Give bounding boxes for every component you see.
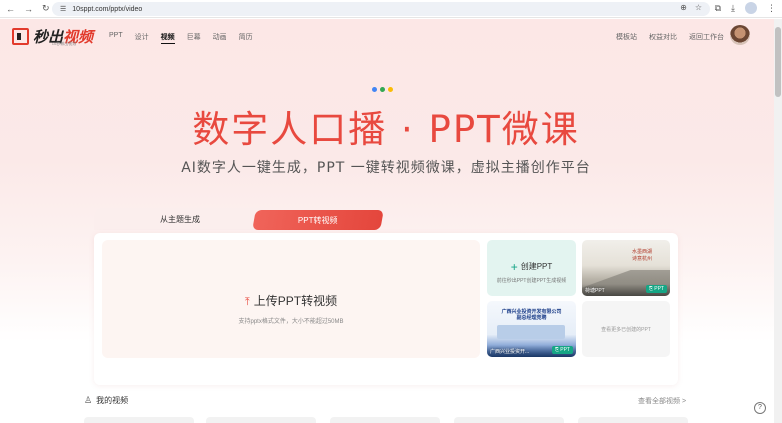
dot-yellow: [388, 87, 393, 92]
upload-hint: 支持pptx格式文件，大小不能超过50MB: [238, 319, 344, 325]
create-ppt-subtitle: 前往秒出PPT创建PPT生成视频: [496, 278, 567, 284]
mode-tabs: 从主题生成 PPT转视频: [94, 208, 678, 232]
url-text: 10sppt.com/pptx/video: [72, 5, 143, 13]
extensions-icon[interactable]: ⧉: [715, 3, 721, 14]
my-videos-heading: ♙ 我的视频: [84, 395, 129, 405]
create-ppt-button[interactable]: + 创建PPT 前往秒出PPT创建PPT生成视频: [487, 240, 576, 296]
thumbnail-title: 水墨西湖 诗意杭州: [632, 249, 653, 262]
hero-title: 数字人口播 · PPT微课: [192, 108, 580, 151]
back-to-workbench-link[interactable]: 返回工作台: [689, 32, 724, 42]
right-nav: 模板站 权益对比 返回工作台: [616, 32, 724, 42]
view-more-ppt[interactable]: 查看更多已创建的PPT: [582, 301, 670, 357]
top-nav: 秒出视频 10秒做出视频 PPT 设计 视频 巨幕 动画 简历 模板站 权益对比…: [0, 19, 772, 53]
scrollbar-thumb[interactable]: [775, 27, 781, 97]
ppt-badge: ⎘ PPT: [551, 346, 573, 354]
video-card[interactable]: [330, 417, 440, 423]
back-icon[interactable]: ←: [6, 4, 15, 14]
menu-item-animation[interactable]: 动画: [213, 32, 227, 44]
loading-dots: [372, 87, 393, 92]
logo-icon: [12, 28, 29, 45]
ppt-thumbnail-1[interactable]: 水墨西湖 诗意杭州 荷塘PPT ⎘ PPT: [582, 240, 670, 296]
zoom-icon[interactable]: ⊕: [680, 3, 687, 12]
menu-item-design[interactable]: 设计: [135, 32, 149, 44]
page: 秒出视频 10秒做出视频 PPT 设计 视频 巨幕 动画 简历 模板站 权益对比…: [0, 19, 782, 423]
ppt-badge: ⎘ PPT: [645, 285, 667, 293]
dot-green: [380, 87, 385, 92]
menu-item-ppt[interactable]: PPT: [109, 32, 123, 44]
create-ppt-title: + 创建PPT: [510, 260, 553, 274]
video-card[interactable]: [454, 417, 564, 423]
view-all-videos-link[interactable]: 查看全部视频 >: [638, 396, 686, 406]
main-menu: PPT 设计 视频 巨幕 动画 简历: [109, 32, 253, 44]
hero-subtitle: AI数字人一键生成，PPT 一键转视频微课，虚拟主播创作平台: [181, 160, 591, 176]
site-settings-icon[interactable]: ☰: [60, 5, 66, 13]
ppt-thumbnail-2[interactable]: 广西兴业投资开发有限公司 副总经理竞聘 广西兴业投资开... ⎘ PPT: [487, 301, 576, 357]
download-icon[interactable]: ⤓: [731, 3, 735, 14]
help-icon[interactable]: ?: [754, 402, 766, 414]
video-card[interactable]: [84, 417, 194, 423]
menu-item-video[interactable]: 视频: [160, 32, 175, 44]
menu-icon[interactable]: ⋮: [767, 3, 776, 14]
thumbnail-name: 荷塘PPT: [585, 288, 605, 294]
upload-card: ⤒ 上传PPT转视频 支持pptx格式文件，大小不能超过50MB + 创建PPT 前…: [94, 233, 678, 385]
benefits-compare-link[interactable]: 权益对比: [649, 32, 677, 42]
profile-icon[interactable]: [745, 2, 757, 14]
thumbnail-title: 广西兴业投资开发有限公司 副总经理竞聘: [501, 309, 562, 321]
upload-title: ⤒ 上传PPT转视频: [244, 294, 338, 308]
bookmark-star-icon[interactable]: ☆: [695, 3, 702, 12]
dot-blue: [372, 87, 377, 92]
video-card[interactable]: [578, 417, 688, 423]
plus-icon: +: [510, 260, 518, 274]
tab-from-topic[interactable]: 从主题生成: [94, 208, 266, 230]
address-bar[interactable]: ☰ 10sppt.com/pptx/video ⊕ ☆: [52, 2, 710, 16]
menu-item-giant-screen[interactable]: 巨幕: [187, 32, 201, 44]
template-site-link[interactable]: 模板站: [616, 32, 637, 42]
upload-dropzone[interactable]: ⤒ 上传PPT转视频 支持pptx格式文件，大小不能超过50MB: [102, 240, 480, 358]
thumbnail-name: 广西兴业投资开...: [490, 349, 530, 355]
avatar[interactable]: [730, 25, 750, 45]
video-card[interactable]: [206, 417, 316, 423]
scrollbar[interactable]: [774, 19, 782, 423]
user-icon: ♙: [84, 395, 93, 405]
logo[interactable]: 秒出视频 10秒做出视频: [12, 26, 93, 47]
tab-ppt-to-video[interactable]: PPT转视频: [252, 210, 384, 230]
forward-icon[interactable]: →: [24, 4, 33, 14]
logo-tagline: 10秒做出视频: [51, 41, 77, 46]
menu-item-resume[interactable]: 简历: [239, 32, 253, 44]
reload-icon[interactable]: ↻: [42, 3, 50, 14]
upload-icon: ⤒: [244, 296, 250, 308]
browser-toolbar: ← → ↻ ☰ 10sppt.com/pptx/video ⊕ ☆ ⧉ ⤓ ⋮: [0, 0, 782, 18]
